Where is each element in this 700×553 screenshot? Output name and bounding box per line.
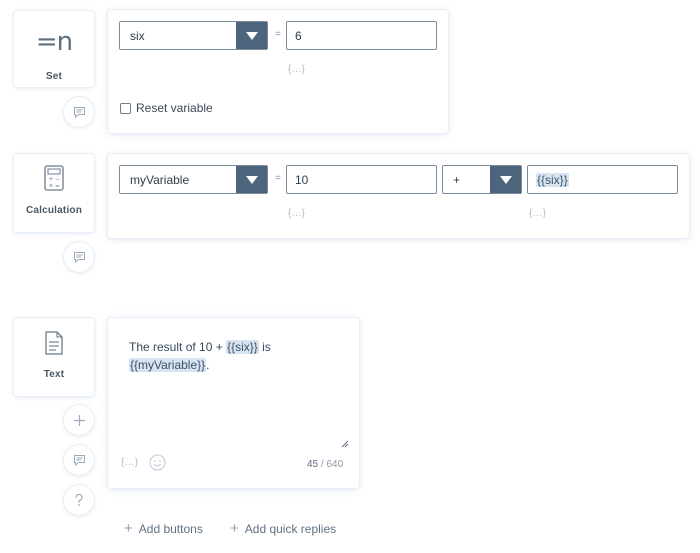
set-variable-select[interactable]: six bbox=[119, 21, 268, 50]
text-segment: is bbox=[258, 340, 271, 354]
reset-variable-checkbox[interactable] bbox=[120, 103, 131, 114]
character-limit: / 640 bbox=[318, 459, 344, 470]
calc-operand2-variable-picker[interactable]: {...} bbox=[529, 208, 547, 219]
variable-tag: {{six}} bbox=[536, 172, 569, 187]
text-block-tile[interactable]: Text bbox=[14, 318, 94, 396]
smiley-icon[interactable] bbox=[149, 454, 166, 471]
text-block-label: Text bbox=[43, 369, 65, 380]
add-quick-replies-label: Add quick replies bbox=[244, 522, 337, 536]
add-block-button[interactable] bbox=[64, 405, 94, 435]
text-variable-picker[interactable]: {...} bbox=[121, 457, 139, 468]
calculation-comment-button[interactable] bbox=[64, 242, 94, 272]
set-value-input[interactable]: 6 bbox=[286, 21, 437, 50]
comment-icon bbox=[73, 455, 85, 466]
set-block-label: Set bbox=[45, 71, 63, 82]
plus-icon: + bbox=[230, 520, 239, 537]
plus-icon: + bbox=[124, 520, 133, 537]
document-icon bbox=[14, 331, 94, 355]
comment-icon bbox=[73, 107, 85, 118]
character-count: 45 bbox=[307, 459, 319, 470]
add-buttons-link[interactable]: + Add buttons bbox=[124, 520, 203, 537]
set-variable-select-value: six bbox=[130, 28, 145, 43]
set-value-variable-picker[interactable]: {...} bbox=[288, 64, 306, 75]
calc-operator-select[interactable]: + bbox=[442, 165, 522, 194]
calc-operator-select-value: + bbox=[453, 172, 461, 187]
caret-down-icon bbox=[236, 166, 267, 193]
set-comment-button[interactable] bbox=[64, 97, 94, 127]
question-icon bbox=[75, 493, 83, 506]
calc-operand1-variable-picker[interactable]: {...} bbox=[288, 208, 306, 219]
calculation-block-card: myVariable = 10 {...} + {{six}} {...} bbox=[108, 154, 689, 238]
svg-text:×: × bbox=[49, 183, 54, 190]
calculation-block-label: Calculation bbox=[25, 205, 83, 216]
calc-variable-select-value: myVariable bbox=[130, 172, 190, 187]
calculator-icon: + − × = bbox=[14, 165, 94, 191]
set-block-tile[interactable]: =n Set bbox=[14, 11, 94, 87]
character-counter: 45 / 640 bbox=[307, 459, 343, 470]
calc-operand2-input[interactable]: {{six}} bbox=[527, 165, 678, 194]
comment-icon bbox=[73, 252, 85, 263]
calculation-block-tile[interactable]: + − × = Calculation bbox=[14, 154, 94, 232]
text-segment: . bbox=[206, 358, 210, 372]
set-variable-icon: =n bbox=[35, 27, 73, 57]
text-comment-button[interactable] bbox=[64, 445, 94, 475]
plus-icon bbox=[73, 414, 85, 426]
resize-handle-icon[interactable] bbox=[341, 440, 349, 448]
caret-down-icon bbox=[236, 22, 267, 49]
equals-sign: = bbox=[275, 29, 281, 40]
add-buttons-label: Add buttons bbox=[138, 522, 203, 536]
variable-tag: {{myVariable}} bbox=[129, 358, 207, 372]
text-segment: The result of 10 + bbox=[129, 340, 227, 354]
calc-operand1-input[interactable]: 10 bbox=[286, 165, 437, 194]
text-message-editor[interactable]: The result of 10 + {{six}} is {{myVariab… bbox=[129, 338, 339, 374]
variable-tag: {{six}} bbox=[226, 340, 259, 354]
add-quick-replies-link[interactable]: + Add quick replies bbox=[230, 520, 337, 537]
text-block-card: The result of 10 + {{six}} is {{myVariab… bbox=[108, 318, 359, 488]
calc-variable-select[interactable]: myVariable bbox=[119, 165, 268, 194]
svg-text:=: = bbox=[55, 183, 60, 190]
help-button[interactable] bbox=[64, 485, 94, 515]
set-block-card: six = 6 {...} Reset variable bbox=[108, 10, 448, 133]
caret-down-icon bbox=[490, 166, 521, 193]
reset-variable-label: Reset variable bbox=[136, 101, 213, 115]
equals-sign: = bbox=[275, 173, 281, 184]
